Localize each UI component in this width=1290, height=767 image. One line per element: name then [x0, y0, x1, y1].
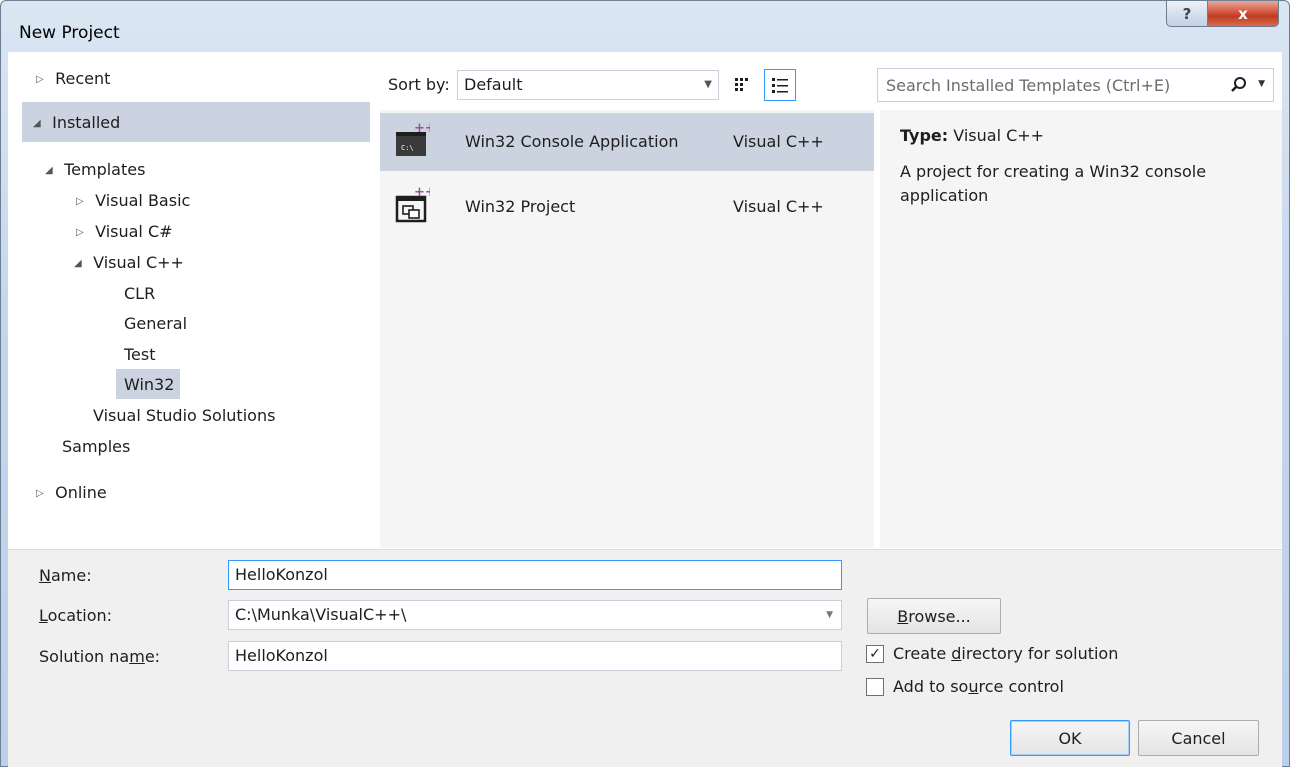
sort-by-select[interactable]: Default ▼: [457, 70, 719, 100]
add-source-control-checkbox[interactable]: [866, 677, 884, 696]
add-source-control-checkbox-row[interactable]: Add to source control: [866, 677, 1064, 696]
tree-item-general[interactable]: General: [124, 314, 187, 333]
create-directory-label: Create directory for solution: [893, 644, 1119, 663]
help-button[interactable]: ?: [1166, 1, 1208, 27]
tree-item-visual-basic[interactable]: ▷ Visual Basic: [76, 191, 190, 210]
collapse-arrow-icon[interactable]: ◢: [45, 165, 59, 176]
name-input[interactable]: HelloKonzol: [228, 560, 842, 590]
tree-item-templates[interactable]: ◢ Templates: [45, 160, 145, 179]
close-button[interactable]: x: [1207, 1, 1279, 27]
title-bar[interactable]: New Project ? x: [1, 1, 1289, 53]
cancel-button[interactable]: Cancel: [1138, 720, 1259, 756]
template-description: A project for creating a Win32 console a…: [900, 162, 1207, 205]
search-templates-input[interactable]: Search Installed Templates (Ctrl+E) ▼: [877, 68, 1274, 102]
search-icon[interactable]: [1229, 75, 1249, 95]
window-title: New Project: [19, 23, 120, 43]
grid-view-icon: [735, 78, 748, 91]
sort-by-value: Default: [464, 75, 523, 94]
tree-item-clr[interactable]: CLR: [124, 284, 155, 303]
type-label: Type:: [900, 126, 949, 145]
template-type: Type: Visual C++: [900, 126, 1044, 145]
sort-by-label: Sort by:: [388, 75, 450, 94]
search-dropdown-icon[interactable]: ▼: [1258, 79, 1265, 89]
template-language: Visual C++: [733, 132, 824, 151]
create-directory-checkbox[interactable]: ✓: [866, 644, 884, 663]
template-name: Win32 Console Application: [465, 132, 679, 151]
expand-arrow-icon[interactable]: ▷: [36, 488, 50, 499]
tree-item-visual-cpp[interactable]: ◢ Visual C++: [74, 253, 184, 272]
help-icon: ?: [1182, 4, 1192, 23]
svg-text:++: ++: [414, 121, 430, 136]
tree-item-installed[interactable]: ◢ Installed: [33, 113, 120, 132]
name-label: Name:: [39, 566, 92, 585]
browse-button[interactable]: Browse...: [867, 598, 1001, 634]
list-view-icon: [772, 78, 788, 93]
small-icons-view-button[interactable]: [726, 69, 758, 101]
chevron-down-icon: ▼: [704, 79, 712, 90]
template-row-win32-console[interactable]: C:\ ++ Win32 Console Application Visual …: [380, 113, 874, 171]
tree-item-recent[interactable]: ▷ Recent: [36, 69, 110, 88]
tree-item-online[interactable]: ▷ Online: [36, 483, 107, 502]
template-name: Win32 Project: [465, 197, 576, 216]
chevron-down-icon[interactable]: ▼: [826, 610, 833, 620]
templates-list: [380, 110, 874, 548]
collapse-arrow-icon[interactable]: ◢: [33, 118, 47, 129]
expand-arrow-icon[interactable]: ▷: [36, 74, 50, 85]
svg-text:C:\: C:\: [401, 144, 414, 152]
search-placeholder: Search Installed Templates (Ctrl+E): [886, 76, 1171, 95]
tree-item-visual-csharp[interactable]: ▷ Visual C#: [76, 222, 173, 241]
ok-button[interactable]: OK: [1010, 720, 1130, 756]
tree-item-samples[interactable]: Samples: [62, 437, 130, 456]
list-view-button[interactable]: [764, 69, 796, 101]
win32-project-icon: ++: [395, 185, 430, 223]
expand-arrow-icon[interactable]: ▷: [76, 196, 90, 207]
template-language: Visual C++: [733, 197, 824, 216]
solution-name-label: Solution name:: [39, 647, 161, 666]
create-directory-checkbox-row[interactable]: ✓ Create directory for solution: [866, 644, 1118, 663]
expand-arrow-icon[interactable]: ▷: [76, 227, 90, 238]
tree-item-win32[interactable]: Win32: [124, 375, 174, 394]
solution-name-input[interactable]: HelloKonzol: [228, 641, 842, 671]
template-row-win32-project[interactable]: ++ Win32 Project Visual C++: [380, 177, 874, 235]
tree-item-test[interactable]: Test: [124, 345, 156, 364]
location-combo[interactable]: C:\Munka\VisualC++\ ▼: [228, 600, 842, 630]
svg-text:++: ++: [414, 185, 430, 200]
type-value: Visual C++: [953, 126, 1045, 145]
tree-item-vs-solutions[interactable]: Visual Studio Solutions: [93, 406, 275, 425]
close-icon: x: [1238, 4, 1248, 23]
add-source-control-label: Add to source control: [893, 677, 1064, 696]
collapse-arrow-icon[interactable]: ◢: [74, 258, 88, 269]
location-label: Location:: [39, 606, 113, 625]
console-app-icon: C:\ ++: [396, 121, 430, 156]
